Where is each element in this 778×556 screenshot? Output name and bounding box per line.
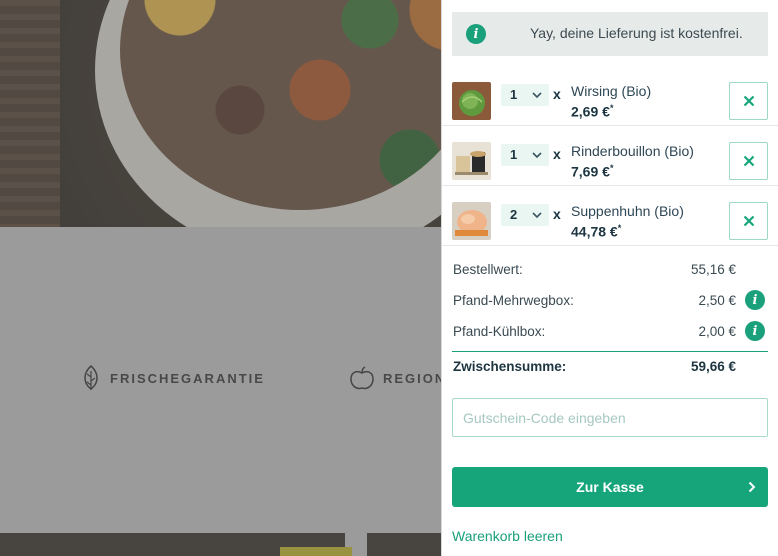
- chevron-down-icon: [532, 92, 542, 99]
- quantity-value: 2: [510, 207, 518, 222]
- order-value-label: Bestellwert:: [453, 262, 523, 277]
- times-symbol: x: [553, 206, 561, 222]
- checkout-button[interactable]: Zur Kasse: [452, 467, 768, 507]
- quantity-select[interactable]: 2: [501, 204, 549, 226]
- subtotal-value: 59,66 €: [690, 359, 736, 374]
- subtotal-label: Zwischensumme:: [453, 359, 567, 374]
- cart-item: 1 x Wirsing (Bio) 2,69 €*: [442, 66, 778, 126]
- product-name[interactable]: Rinderbouillon (Bio): [571, 143, 694, 159]
- cart-item: 1 x Rinderbouillon (Bio) 7,69 €*: [442, 126, 778, 186]
- product-image-beef-broth: [452, 142, 491, 180]
- deposit-reusable-box-value: 2,50 €: [698, 293, 736, 308]
- quantity-select[interactable]: 1: [501, 84, 549, 106]
- deposit-cooling-box-label: Pfand-Kühlbox:: [453, 324, 546, 339]
- product-price: 44,78 €*: [571, 223, 621, 240]
- remove-item-button[interactable]: [729, 142, 768, 180]
- overlay-dim[interactable]: [0, 0, 441, 556]
- close-icon: [743, 95, 754, 107]
- info-icon: i: [466, 24, 486, 44]
- cart-item: 2 x Suppenhuhn (Bio) 44,78 €*: [442, 186, 778, 246]
- order-value: 55,16 €: [690, 262, 736, 277]
- price-footnote-mark: *: [617, 223, 622, 233]
- product-name[interactable]: Suppenhuhn (Bio): [571, 203, 684, 219]
- times-symbol: x: [553, 146, 561, 162]
- cart-totals: Bestellwert: 55,16 € Pfand-Mehrwegbox: 2…: [452, 258, 768, 383]
- price-footnote-mark: *: [609, 163, 614, 173]
- free-delivery-notice: i Yay, deine Lieferung ist kostenfrei.: [452, 12, 768, 56]
- checkout-label: Zur Kasse: [576, 479, 644, 495]
- chevron-down-icon: [532, 152, 542, 159]
- quantity-value: 1: [510, 147, 518, 162]
- quantity-select[interactable]: 1: [501, 144, 549, 166]
- order-value-row: Bestellwert: 55,16 €: [452, 258, 768, 289]
- price-value: 2,69 €: [571, 103, 610, 120]
- deposit-reusable-box-label: Pfand-Mehrwegbox:: [453, 293, 574, 308]
- remove-item-button[interactable]: [729, 202, 768, 240]
- close-icon: [743, 155, 754, 167]
- quantity-value: 1: [510, 87, 518, 102]
- chevron-right-icon: [748, 481, 756, 493]
- info-icon[interactable]: i: [745, 321, 765, 341]
- cart-panel: i Yay, deine Lieferung ist kostenfrei. 1…: [441, 0, 778, 556]
- chevron-down-icon: [532, 212, 542, 219]
- voucher-code-input[interactable]: [452, 398, 768, 437]
- deposit-reusable-box-row: Pfand-Mehrwegbox: 2,50 € i: [452, 289, 768, 320]
- product-price: 2,69 €*: [571, 103, 613, 120]
- deposit-cooling-box-value: 2,00 €: [698, 324, 736, 339]
- product-price: 7,69 €*: [571, 163, 613, 180]
- subtotal-row: Zwischensumme: 59,66 €: [452, 352, 768, 383]
- info-icon[interactable]: i: [745, 290, 765, 310]
- empty-cart-link[interactable]: Warenkorb leeren: [452, 528, 563, 544]
- product-image-savoy-cabbage: [452, 82, 491, 120]
- price-value: 44,78 €: [571, 223, 618, 240]
- remove-item-button[interactable]: [729, 82, 768, 120]
- price-value: 7,69 €: [571, 163, 610, 180]
- times-symbol: x: [553, 86, 561, 102]
- close-icon: [743, 215, 754, 227]
- price-footnote-mark: *: [609, 103, 614, 113]
- notice-text: Yay, deine Lieferung ist kostenfrei.: [530, 25, 743, 41]
- deposit-cooling-box-row: Pfand-Kühlbox: 2,00 € i: [452, 320, 768, 351]
- product-name[interactable]: Wirsing (Bio): [571, 83, 651, 99]
- product-image-soup-chicken: [452, 202, 491, 240]
